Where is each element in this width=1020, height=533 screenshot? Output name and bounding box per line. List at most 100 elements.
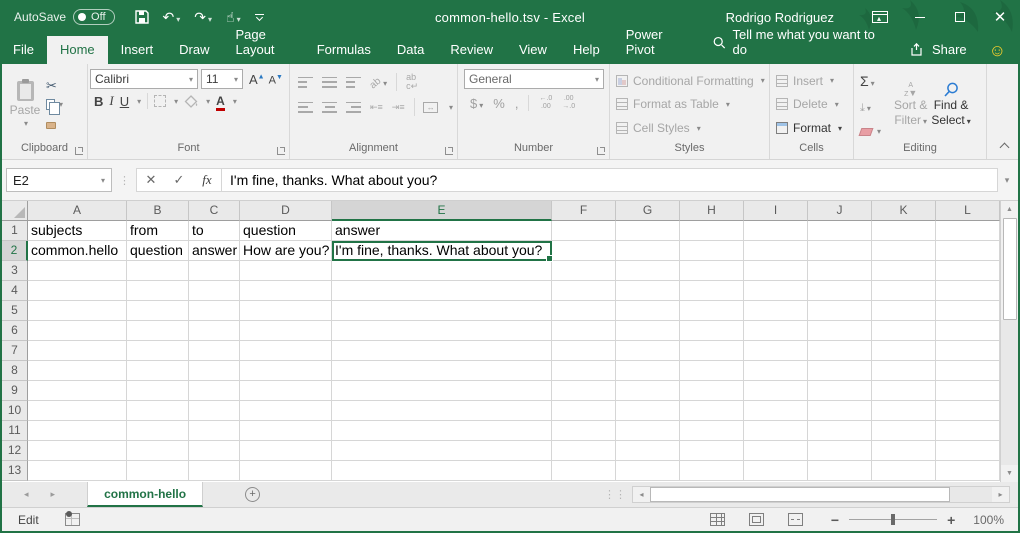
cell-K4[interactable]	[872, 281, 936, 301]
format-cells-button[interactable]: Format▾	[776, 121, 851, 135]
horizontal-scrollbar[interactable]: ◂ ▸	[632, 486, 1010, 503]
cell-B7[interactable]	[127, 341, 189, 361]
cell-K9[interactable]	[872, 381, 936, 401]
font-color-icon[interactable]: A	[216, 94, 225, 108]
cell-L2[interactable]	[936, 241, 1000, 261]
top-align-icon[interactable]	[298, 77, 313, 88]
autosave-pill[interactable]: Off	[73, 9, 114, 25]
cell-C6[interactable]	[189, 321, 240, 341]
alignment-dialog-launcher-icon[interactable]	[445, 147, 453, 155]
row-header-4[interactable]: 4	[2, 281, 28, 301]
cell-K12[interactable]	[872, 441, 936, 461]
cell-B1[interactable]: from	[127, 221, 189, 241]
zoom-slider[interactable]	[849, 519, 937, 520]
cell-E6[interactable]	[332, 321, 552, 341]
cell-C10[interactable]	[189, 401, 240, 421]
cell-L7[interactable]	[936, 341, 1000, 361]
sort-filter-button[interactable]: AZ▼ Sort & Filter▾	[894, 67, 927, 142]
undo-icon[interactable]: ↶▾	[163, 10, 181, 24]
cell-G12[interactable]	[616, 441, 680, 461]
cell-A11[interactable]	[28, 421, 127, 441]
cell-F13[interactable]	[552, 461, 616, 481]
cell-A12[interactable]	[28, 441, 127, 461]
zoom-out-icon[interactable]: −	[831, 512, 839, 528]
horizontal-scroll-thumb[interactable]	[650, 487, 950, 502]
cell-I8[interactable]	[744, 361, 808, 381]
zoom-in-icon[interactable]: +	[947, 512, 955, 528]
cell-G1[interactable]	[616, 221, 680, 241]
cell-J1[interactable]	[808, 221, 872, 241]
cell-L11[interactable]	[936, 421, 1000, 441]
cell-G10[interactable]	[616, 401, 680, 421]
delete-cells-button[interactable]: Delete▾	[776, 97, 851, 111]
col-header-C[interactable]: C	[189, 201, 240, 221]
cell-E2[interactable]: I'm fine, thanks. What about you?	[332, 241, 552, 261]
scroll-right-icon[interactable]: ▸	[992, 487, 1009, 502]
cell-K7[interactable]	[872, 341, 936, 361]
align-right-icon[interactable]	[346, 102, 361, 113]
new-sheet-button[interactable]: +	[245, 487, 260, 502]
cell-D7[interactable]	[240, 341, 332, 361]
orientation-icon[interactable]: ab▾	[370, 75, 387, 89]
tab-view[interactable]: View	[506, 36, 560, 64]
cell-A13[interactable]	[28, 461, 127, 481]
row-header-3[interactable]: 3	[2, 261, 28, 281]
minimize-button[interactable]	[900, 0, 940, 34]
cell-H7[interactable]	[680, 341, 744, 361]
cell-L1[interactable]	[936, 221, 1000, 241]
cell-E1[interactable]: answer	[332, 221, 552, 241]
vertical-scroll-thumb[interactable]	[1003, 218, 1017, 320]
col-header-H[interactable]: H	[680, 201, 744, 221]
confirm-entry-button[interactable]: ✓	[165, 172, 193, 188]
cell-J2[interactable]	[808, 241, 872, 261]
font-dialog-launcher-icon[interactable]	[277, 147, 285, 155]
cell-I4[interactable]	[744, 281, 808, 301]
decrease-decimal-icon[interactable]: .00→.0	[562, 95, 575, 110]
cell-C7[interactable]	[189, 341, 240, 361]
cell-B4[interactable]	[127, 281, 189, 301]
scroll-up-icon[interactable]: ▲	[1001, 201, 1018, 218]
cell-L9[interactable]	[936, 381, 1000, 401]
customize-qat-icon[interactable]	[255, 14, 264, 20]
cell-E4[interactable]	[332, 281, 552, 301]
collapse-ribbon-icon[interactable]	[1000, 143, 1010, 153]
cell-D12[interactable]	[240, 441, 332, 461]
cell-B9[interactable]	[127, 381, 189, 401]
cell-H2[interactable]	[680, 241, 744, 261]
cell-C11[interactable]	[189, 421, 240, 441]
row-header-9[interactable]: 9	[2, 381, 28, 401]
cell-C9[interactable]	[189, 381, 240, 401]
cell-H11[interactable]	[680, 421, 744, 441]
ribbon-display-options-icon[interactable]	[860, 0, 900, 34]
name-box[interactable]: E2 ▾	[6, 168, 112, 192]
cell-I7[interactable]	[744, 341, 808, 361]
cell-A7[interactable]	[28, 341, 127, 361]
cell-D13[interactable]	[240, 461, 332, 481]
col-header-I[interactable]: I	[744, 201, 808, 221]
cell-K8[interactable]	[872, 361, 936, 381]
cell-G4[interactable]	[616, 281, 680, 301]
close-button[interactable]: ✕	[980, 0, 1020, 34]
col-header-K[interactable]: K	[872, 201, 936, 221]
cell-I11[interactable]	[744, 421, 808, 441]
bold-button[interactable]: B	[94, 94, 103, 109]
cell-F11[interactable]	[552, 421, 616, 441]
tab-file[interactable]: File	[0, 36, 47, 64]
cell-J12[interactable]	[808, 441, 872, 461]
touch-mode-icon[interactable]: ☝▾	[226, 10, 241, 24]
cell-K13[interactable]	[872, 461, 936, 481]
col-header-E[interactable]: E	[332, 201, 552, 221]
cell-B12[interactable]	[127, 441, 189, 461]
cell-L10[interactable]	[936, 401, 1000, 421]
cell-J9[interactable]	[808, 381, 872, 401]
cell-D2[interactable]: How are you?	[240, 241, 332, 261]
cell-G3[interactable]	[616, 261, 680, 281]
cell-C5[interactable]	[189, 301, 240, 321]
cell-C4[interactable]	[189, 281, 240, 301]
tab-help[interactable]: Help	[560, 36, 613, 64]
row-header-2[interactable]: 2	[2, 241, 28, 261]
cell-F1[interactable]	[552, 221, 616, 241]
page-break-view-icon[interactable]	[788, 513, 803, 526]
cell-K2[interactable]	[872, 241, 936, 261]
cell-E11[interactable]	[332, 421, 552, 441]
